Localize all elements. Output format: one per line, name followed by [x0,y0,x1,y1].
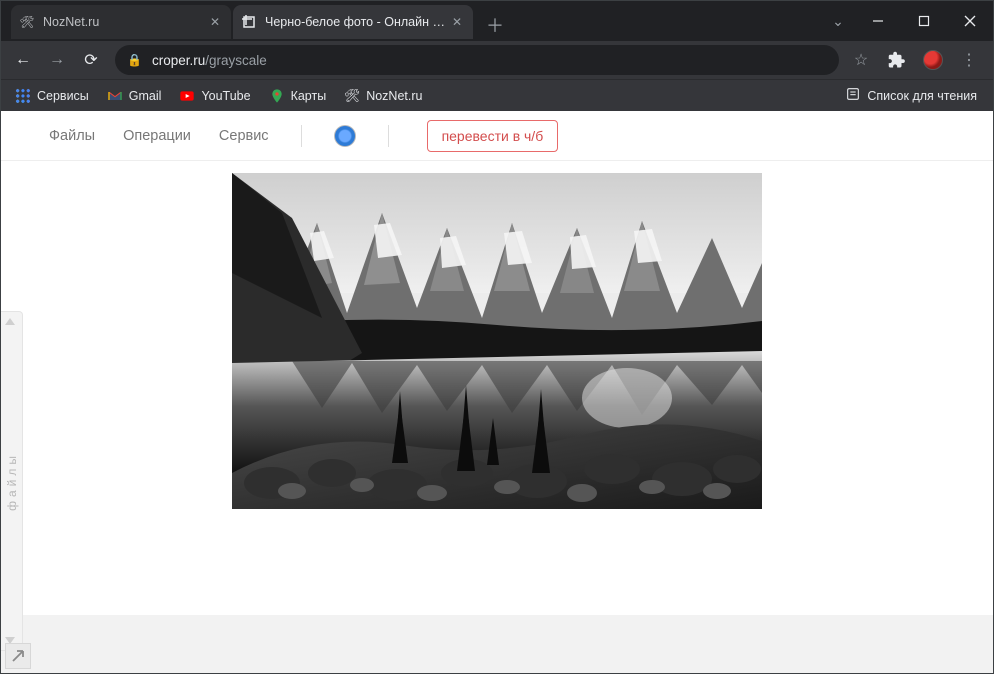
bookmark-youtube[interactable]: YouTube [173,84,256,108]
expand-icon[interactable] [5,643,31,669]
tab-title: NozNet.ru [43,15,203,29]
preview-image [232,173,762,509]
bookmarks-bar: Сервисы Gmail YouTube Карты 🛠 NozNet.ru [1,79,993,111]
divider [388,125,389,147]
bookmark-noznet[interactable]: 🛠 NozNet.ru [338,84,428,108]
reading-list-button[interactable]: Список для чтения [837,82,985,109]
close-window-button[interactable] [947,1,993,41]
tab-title: Черно-белое фото - Онлайн фо [265,15,445,29]
tab-croper[interactable]: Черно-белое фото - Онлайн фо ✕ [233,5,473,39]
close-icon[interactable]: ✕ [449,14,465,30]
crop-icon [241,14,257,30]
bookmark-apps[interactable]: Сервисы [9,84,95,108]
close-icon[interactable]: ✕ [207,14,223,30]
chevron-down-icon[interactable]: ⌄ [821,13,855,30]
toolbar-actions: ☆ ⋮ [847,46,987,74]
page-content: Файлы Операции Сервис перевести в ч/б [1,111,993,673]
wrench-icon: 🛠 [344,88,360,104]
bookmark-label: Карты [291,89,327,103]
youtube-icon [179,88,195,104]
reload-button[interactable]: ⟳ [75,44,107,76]
bookmark-label: Gmail [129,89,162,103]
menu-files[interactable]: Файлы [49,128,95,144]
title-bar: 🛠 NozNet.ru ✕ Черно-белое фото - Онлайн … [1,1,993,41]
lock-icon: 🔒 [127,53,142,67]
menu-operations[interactable]: Операции [123,128,191,144]
divider [301,125,302,147]
wrench-icon: 🛠 [19,14,35,30]
side-files-tab[interactable]: файлы [1,311,23,651]
menu-button[interactable]: ⋮ [955,46,983,74]
star-icon[interactable]: ☆ [847,46,875,74]
bookmark-label: YouTube [201,89,250,103]
window-controls: ⌄ [821,1,993,41]
extensions-icon[interactable] [883,46,911,74]
back-button[interactable]: ← [7,44,39,76]
bottom-panel [1,615,993,673]
tab-strip: 🛠 NozNet.ru ✕ Черно-белое фото - Онлайн … [11,3,821,39]
reading-list-icon [845,86,861,105]
profile-avatar[interactable] [919,46,947,74]
toolbar: ← → ⟳ 🔒 croper.ru/grayscale ☆ ⋮ [1,41,993,79]
url-path: /grayscale [205,53,267,68]
tab-noznet[interactable]: 🛠 NozNet.ru ✕ [11,5,231,39]
menu-service[interactable]: Сервис [219,128,269,144]
app-toolbar: Файлы Операции Сервис перевести в ч/б [1,111,993,161]
address-bar[interactable]: 🔒 croper.ru/grayscale [115,45,839,75]
url-host: croper.ru [152,53,205,68]
forward-button[interactable]: → [41,44,73,76]
convert-bw-button[interactable]: перевести в ч/б [427,120,559,152]
maximize-button[interactable] [901,1,947,41]
bookmark-gmail[interactable]: Gmail [101,84,168,108]
maps-icon [269,88,285,104]
side-files-label: файлы [5,452,19,511]
language-icon[interactable] [334,125,356,147]
new-tab-button[interactable]: ＋ [481,11,509,39]
bookmark-label: Сервисы [37,89,89,103]
reading-list-label: Список для чтения [867,89,977,103]
minimize-button[interactable] [855,1,901,41]
bookmark-maps[interactable]: Карты [263,84,333,108]
bookmark-label: NozNet.ru [366,89,422,103]
canvas-area [1,161,993,673]
apps-icon [15,88,31,104]
browser-window: 🛠 NozNet.ru ✕ Черно-белое фото - Онлайн … [0,0,994,674]
gmail-icon [107,88,123,104]
